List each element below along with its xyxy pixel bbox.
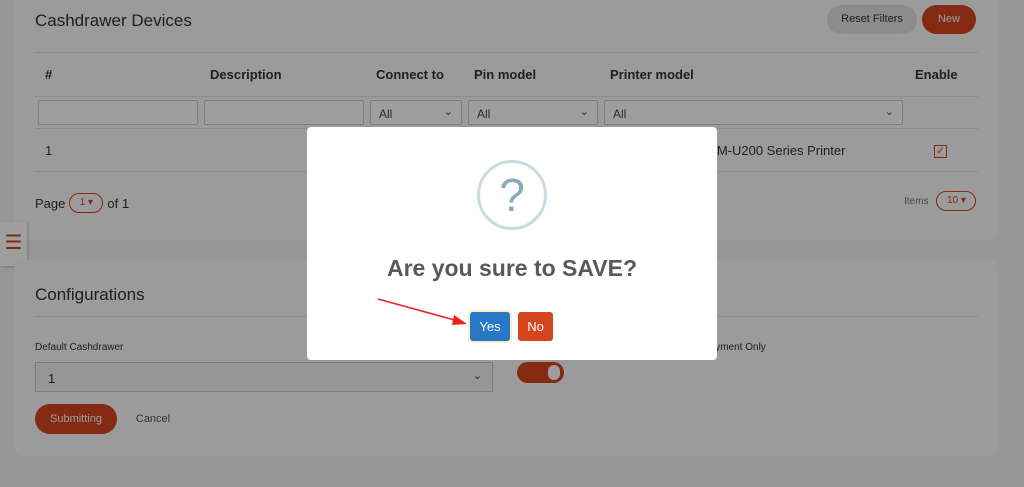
annotation-arrow-icon — [0, 0, 1024, 487]
